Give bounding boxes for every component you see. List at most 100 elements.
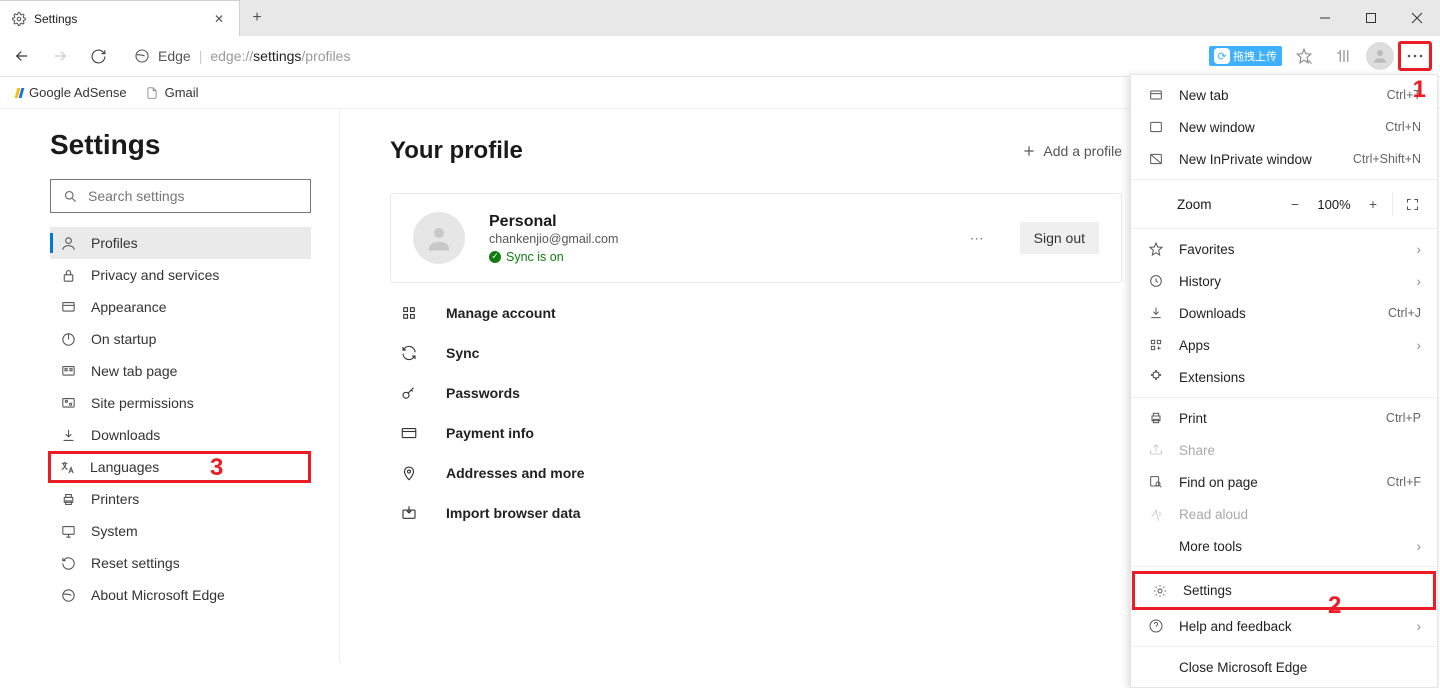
sidebar-item-appearance[interactable]: Appearance xyxy=(50,291,311,323)
annotation-1: 1 xyxy=(1413,76,1426,104)
annotation-2: 2 xyxy=(1328,592,1341,620)
menu-downloads[interactable]: DownloadsCtrl+J xyxy=(1131,297,1437,329)
collections-button[interactable] xyxy=(1326,38,1362,74)
sidebar-item-startup[interactable]: On startup xyxy=(50,323,311,355)
sidebar-item-privacy[interactable]: Privacy and services xyxy=(50,259,311,291)
menu-find[interactable]: Find on pageCtrl+F xyxy=(1131,466,1437,498)
sidebar-item-label: About Microsoft Edge xyxy=(91,587,225,603)
menu-label: Print xyxy=(1179,411,1372,426)
sidebar-item-printers[interactable]: Printers xyxy=(50,483,311,515)
minimize-button[interactable] xyxy=(1302,0,1348,36)
chevron-right-icon: › xyxy=(1417,242,1422,257)
power-icon xyxy=(60,331,77,348)
favorite-star-button[interactable] xyxy=(1286,38,1322,74)
sidebar-item-about[interactable]: About Microsoft Edge xyxy=(50,579,311,611)
profile-more-button[interactable]: ⋯ xyxy=(964,226,992,251)
location-icon xyxy=(400,464,418,482)
sidebar-item-permissions[interactable]: Site permissions xyxy=(50,387,311,419)
zoom-out-button[interactable]: − xyxy=(1280,189,1310,219)
action-import[interactable]: Import browser data xyxy=(390,493,1122,533)
menu-extensions[interactable]: Extensions xyxy=(1131,361,1437,393)
close-window-button[interactable] xyxy=(1394,0,1440,36)
menu-label: Favorites xyxy=(1179,242,1403,257)
menu-close-edge[interactable]: Close Microsoft Edge xyxy=(1131,651,1437,683)
profile-email: chankenjio@gmail.com xyxy=(489,232,940,246)
search-input[interactable]: Search settings xyxy=(50,179,311,213)
sidebar-item-label: Appearance xyxy=(91,299,167,315)
chevron-right-icon: › xyxy=(1417,619,1422,634)
grid-icon xyxy=(400,304,418,322)
history-icon xyxy=(1148,273,1164,289)
maximize-button[interactable] xyxy=(1348,0,1394,36)
sign-out-button[interactable]: Sign out xyxy=(1020,222,1099,254)
download-icon xyxy=(60,427,77,444)
menu-label: More tools xyxy=(1179,539,1403,554)
bookmark-adsense[interactable]: Google AdSense xyxy=(16,85,127,100)
chevron-right-icon: › xyxy=(1417,274,1422,289)
menu-help[interactable]: Help and feedback› xyxy=(1131,610,1437,642)
tab-close-icon[interactable]: ✕ xyxy=(209,9,229,29)
menu-favorites[interactable]: Favorites › xyxy=(1131,233,1437,265)
menu-print[interactable]: PrintCtrl+P xyxy=(1131,402,1437,434)
menu-history[interactable]: History › xyxy=(1131,265,1437,297)
sidebar-item-profiles[interactable]: Profiles xyxy=(50,227,311,259)
fullscreen-button[interactable] xyxy=(1397,189,1427,219)
zoom-in-button[interactable]: + xyxy=(1358,189,1388,219)
action-sync[interactable]: Sync xyxy=(390,333,1122,373)
action-manage-account[interactable]: Manage account xyxy=(390,293,1122,333)
action-label: Payment info xyxy=(446,425,534,441)
annotation-3: 3 xyxy=(210,454,223,482)
browser-tab[interactable]: Settings ✕ xyxy=(0,0,240,36)
add-profile-button[interactable]: Add a profile xyxy=(1021,143,1122,159)
sidebar-item-newtab[interactable]: New tab page xyxy=(50,355,311,387)
address-bar[interactable]: Edge | edge://settings/profiles xyxy=(124,40,1201,72)
menu-read-aloud: Read aloud xyxy=(1131,498,1437,530)
sidebar-item-label: On startup xyxy=(91,331,156,347)
sidebar-item-label: Downloads xyxy=(91,427,160,443)
new-tab-button[interactable]: + xyxy=(240,0,274,36)
forward-button[interactable] xyxy=(42,38,78,74)
printer-icon xyxy=(1148,410,1164,426)
action-passwords[interactable]: Passwords xyxy=(390,373,1122,413)
menu-apps[interactable]: Apps› xyxy=(1131,329,1437,361)
menu-shortcut: Ctrl+J xyxy=(1388,306,1421,320)
sidebar-item-label: Site permissions xyxy=(91,395,194,411)
menu-shortcut: Ctrl+N xyxy=(1385,120,1421,134)
menu-share: Share xyxy=(1131,434,1437,466)
menu-new-tab[interactable]: New tabCtrl+T xyxy=(1131,79,1437,111)
sidebar-item-label: Languages xyxy=(90,459,159,475)
upload-badge[interactable]: ⟳拖拽上传 xyxy=(1209,46,1282,66)
menu-label: Read aloud xyxy=(1179,507,1421,522)
menu-label: History xyxy=(1179,274,1403,289)
sidebar-item-system[interactable]: System xyxy=(50,515,311,547)
zoom-value: 100% xyxy=(1310,197,1358,212)
page-icon xyxy=(145,86,159,100)
plus-icon xyxy=(1021,143,1037,159)
menu-shortcut: Ctrl+Shift+N xyxy=(1353,152,1421,166)
menu-label: Settings xyxy=(1183,583,1417,598)
adsense-icon xyxy=(16,88,23,98)
language-icon xyxy=(59,459,76,476)
add-profile-label: Add a profile xyxy=(1043,143,1122,159)
search-placeholder: Search settings xyxy=(88,188,185,204)
menu-settings[interactable]: Settings xyxy=(1132,571,1436,610)
menu-label: New tab xyxy=(1179,88,1373,103)
back-button[interactable] xyxy=(4,38,40,74)
bookmark-gmail[interactable]: Gmail xyxy=(145,85,199,100)
menu-more-tools[interactable]: More tools› xyxy=(1131,530,1437,562)
sidebar-item-reset[interactable]: Reset settings xyxy=(50,547,311,579)
download-icon xyxy=(1148,305,1164,321)
refresh-button[interactable] xyxy=(80,38,116,74)
menu-new-inprivate[interactable]: New InPrivate windowCtrl+Shift+N xyxy=(1131,143,1437,175)
section-heading: Your profile xyxy=(390,137,1003,165)
reset-icon xyxy=(60,555,77,572)
person-icon xyxy=(60,235,77,252)
menu-new-window[interactable]: New windowCtrl+N xyxy=(1131,111,1437,143)
action-payment[interactable]: Payment info xyxy=(390,413,1122,453)
profile-avatar-button[interactable] xyxy=(1366,42,1394,70)
more-menu-button[interactable] xyxy=(1398,41,1432,71)
action-addresses[interactable]: Addresses and more xyxy=(390,453,1122,493)
sidebar-item-downloads[interactable]: Downloads xyxy=(50,419,311,451)
gear-icon xyxy=(1152,583,1168,599)
sidebar-item-languages[interactable]: Languages xyxy=(48,451,311,483)
